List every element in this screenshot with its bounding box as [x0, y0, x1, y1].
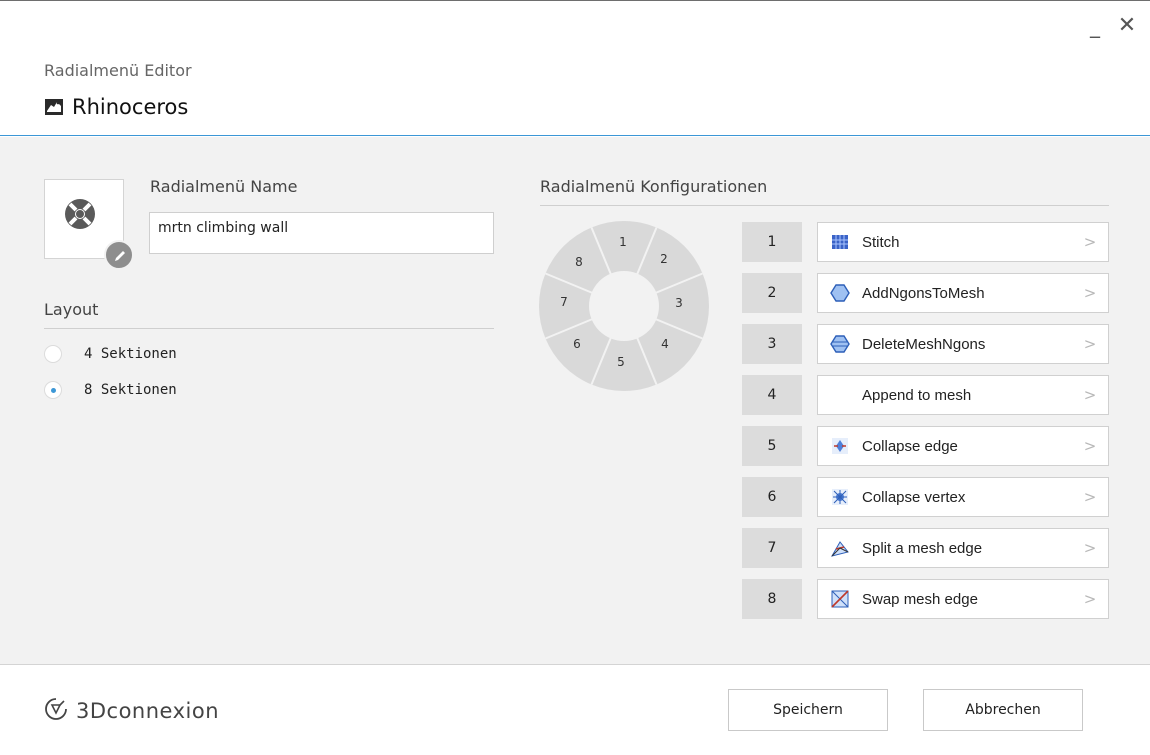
swap-edge-icon [830, 589, 850, 609]
radio-button-selected[interactable] [44, 381, 62, 399]
layout-label: Layout [44, 300, 99, 319]
layout-divider [44, 328, 494, 329]
collapse-vertex-icon [830, 487, 850, 507]
name-label: Radialmenü Name [150, 177, 298, 196]
slot-command-7[interactable]: Split a mesh edge > [817, 528, 1109, 568]
chevron-right-icon: > [1083, 488, 1097, 506]
split-edge-icon [830, 538, 850, 558]
hexagon-icon [830, 283, 850, 303]
slot-command-2[interactable]: AddNgonsToMesh > [817, 273, 1109, 313]
slot-command-label: Swap mesh edge [862, 590, 978, 608]
slot-number-7[interactable]: 7 [742, 528, 802, 568]
header: _ ✕ Radialmenü Editor Rhinoceros [0, 1, 1150, 136]
slot-command-label: Append to mesh [862, 386, 972, 404]
3dconnexion-logo-icon [44, 697, 68, 725]
slot-command-8[interactable]: Swap mesh edge > [817, 579, 1109, 619]
hexagon-delete-icon [830, 334, 850, 354]
config-label: Radialmenü Konfigurationen [540, 177, 768, 196]
radial-menu-editor-window: _ ✕ Radialmenü Editor Rhinoceros Radialm… [0, 0, 1150, 755]
slot-command-label: Collapse edge [862, 437, 958, 455]
radial-menu-icon [64, 198, 96, 230]
chevron-right-icon: > [1083, 335, 1097, 353]
slot-number-3[interactable]: 3 [742, 324, 802, 364]
chevron-right-icon: > [1083, 233, 1097, 251]
minimize-button[interactable]: _ [1084, 15, 1106, 37]
rhino-icon [44, 97, 64, 117]
layout-option-label: 4 Sektionen [84, 346, 177, 362]
slot-command-label: Split a mesh edge [862, 539, 983, 557]
menu-name-input[interactable] [149, 212, 494, 254]
pencil-icon [115, 251, 125, 261]
wheel-label-2: 2 [660, 252, 668, 266]
wheel-label-3: 3 [675, 296, 683, 310]
close-button[interactable]: ✕ [1116, 15, 1138, 37]
config-divider [540, 205, 1109, 206]
slot-number-4[interactable]: 4 [742, 375, 802, 415]
wheel-label-4: 4 [661, 337, 669, 351]
chevron-right-icon: > [1083, 590, 1097, 608]
window-subtitle: Radialmenü Editor [44, 61, 192, 80]
edit-icon-button[interactable] [104, 240, 134, 270]
slot-command-5[interactable]: Collapse edge > [817, 426, 1109, 466]
chevron-right-icon: > [1083, 284, 1097, 302]
slot-command-label: Stitch [862, 233, 900, 251]
layout-option-8[interactable]: 8 Sektionen [44, 381, 177, 399]
slot-command-label: DeleteMeshNgons [862, 335, 986, 353]
footer: 3Dconnexion Speichern Abbrechen [0, 664, 1150, 755]
slot-number-8[interactable]: 8 [742, 579, 802, 619]
slot-number-1[interactable]: 1 [742, 222, 802, 262]
slot-number-5[interactable]: 5 [742, 426, 802, 466]
slot-command-4[interactable]: Append to mesh > [817, 375, 1109, 415]
wheel-label-8: 8 [575, 255, 583, 269]
layout-option-label: 8 Sektionen [84, 382, 177, 398]
brand-name: 3Dconnexion [76, 699, 220, 723]
layout-option-4[interactable]: 4 Sektionen [44, 345, 177, 363]
collapse-edge-icon [830, 436, 850, 456]
content-area: Radialmenü Name Layout 4 Sektionen 8 Sek… [0, 137, 1150, 664]
app-name: Rhinoceros [72, 95, 189, 119]
slot-command-1[interactable]: Stitch > [817, 222, 1109, 262]
save-button[interactable]: Speichern [728, 689, 888, 731]
blank-icon [830, 385, 850, 405]
brand: 3Dconnexion [44, 697, 219, 725]
slot-command-6[interactable]: Collapse vertex > [817, 477, 1109, 517]
app-row: Rhinoceros [44, 95, 188, 119]
wheel-label-5: 5 [617, 355, 625, 369]
radio-button[interactable] [44, 345, 62, 363]
slot-command-label: Collapse vertex [862, 488, 966, 506]
chevron-right-icon: > [1083, 386, 1097, 404]
chevron-right-icon: > [1083, 437, 1097, 455]
cancel-button[interactable]: Abbrechen [923, 689, 1083, 731]
slot-command-label: AddNgonsToMesh [862, 284, 985, 302]
wheel-label-1: 1 [619, 235, 627, 249]
slot-command-3[interactable]: DeleteMeshNgons > [817, 324, 1109, 364]
wheel-label-7: 7 [560, 295, 568, 309]
wheel-label-6: 6 [573, 337, 581, 351]
chevron-right-icon: > [1083, 539, 1097, 557]
slot-number-2[interactable]: 2 [742, 273, 802, 313]
stitch-icon [830, 232, 850, 252]
radial-wheel-preview: 1 2 3 4 5 6 7 8 [537, 219, 711, 393]
slot-number-6[interactable]: 6 [742, 477, 802, 517]
